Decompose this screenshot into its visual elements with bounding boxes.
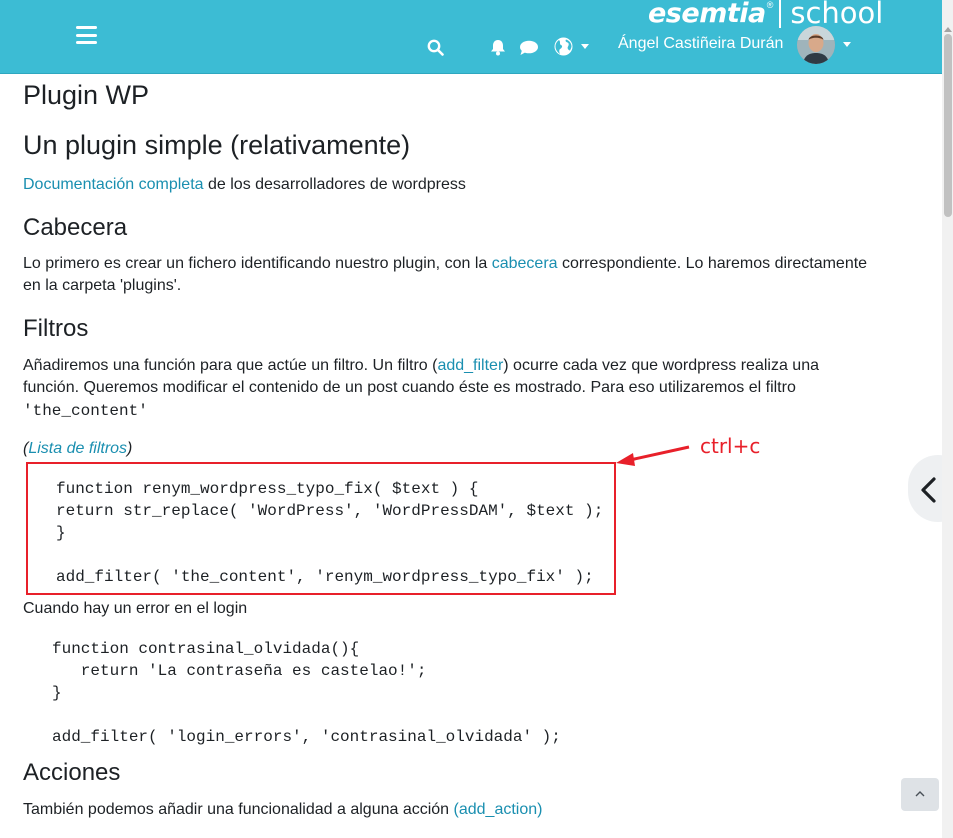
- section-heading-plugin-simple: Un plugin simple (relativamente): [23, 130, 411, 160]
- ctrl-c-annotation: ctrl+c: [700, 434, 761, 458]
- filtros-text-before: Añadiremos una función para que actúe un…: [23, 357, 438, 374]
- lista-de-filtros-link[interactable]: Lista de filtros: [28, 440, 127, 457]
- section-heading-cabecera: Cabecera: [23, 214, 128, 241]
- search-icon[interactable]: [427, 39, 444, 56]
- acciones-text: También podemos añadir una funcionalidad…: [23, 801, 454, 818]
- brand-suffix: school: [790, 0, 884, 30]
- add-action-link[interactable]: (add_action): [454, 801, 543, 818]
- avatar[interactable]: [797, 26, 835, 64]
- cabecera-text-line2: en la carpeta 'plugins'.: [23, 277, 182, 294]
- code-block-login: function contrasinal_olvidada(){ return …: [52, 638, 561, 748]
- logo-divider: [779, 0, 782, 28]
- code-line: add_filter( 'login_errors', 'contrasinal…: [52, 728, 561, 746]
- cabecera-paragraph: Lo primero es crear un fichero identific…: [23, 253, 918, 297]
- login-error-text: Cuando hay un error en el login: [23, 600, 248, 617]
- cabecera-text-after: correspondiente. Lo haremos directamente: [557, 255, 868, 272]
- filtros-paragraph: Añadiremos una función para que actúe un…: [23, 355, 918, 399]
- code-line: function renym_wordpress_typo_fix( $text…: [56, 480, 479, 498]
- user-name[interactable]: Ángel Castiñeira Durán: [618, 35, 783, 53]
- code-line: return str_replace( 'WordPress', 'WordPr…: [56, 502, 604, 520]
- scroll-up-arrow-icon[interactable]: [944, 26, 952, 32]
- language-caret-icon[interactable]: [581, 44, 589, 49]
- globe-icon[interactable]: [554, 37, 573, 56]
- lista-close-paren: ): [127, 440, 133, 457]
- acciones-paragraph: También podemos añadir una funcionalidad…: [23, 799, 542, 821]
- documentation-text: de los desarrolladores de wordpress: [203, 176, 466, 193]
- top-navbar: esemtia ® school Ángel Castiñeira Durán: [0, 0, 942, 74]
- chevron-left-icon: [921, 477, 936, 503]
- back-to-top-button[interactable]: [901, 778, 939, 811]
- code-line: add_filter( 'the_content', 'renym_wordpr…: [56, 568, 594, 586]
- scrollbar-thumb[interactable]: [944, 34, 952, 217]
- cabecera-text-before: Lo primero es crear un fichero identific…: [23, 255, 492, 272]
- code-line: return 'La contraseña es castelao!';: [52, 662, 427, 680]
- filtros-text-line2: función. Queremos modificar el contenido…: [23, 379, 796, 396]
- documentation-link[interactable]: Documentación completa: [23, 176, 204, 193]
- comment-icon[interactable]: [519, 40, 539, 56]
- user-menu-caret-icon[interactable]: [843, 42, 851, 47]
- bell-icon[interactable]: [490, 39, 506, 56]
- brand-reg: ®: [766, 0, 774, 10]
- annotation-arrow-icon: [616, 445, 690, 466]
- menu-icon[interactable]: [76, 26, 97, 44]
- the-content-code: 'the_content': [23, 402, 148, 420]
- esemtia-school-logo[interactable]: esemtia ® school: [648, 0, 883, 30]
- section-heading-filtros: Filtros: [23, 315, 89, 342]
- code-line: }: [52, 684, 62, 702]
- documentation-paragraph: Documentación completa de los desarrolla…: [23, 174, 466, 196]
- brand-name: esemtia: [648, 0, 766, 29]
- page-title: Plugin WP: [23, 80, 150, 110]
- code-line: }: [56, 524, 66, 542]
- code-line: function contrasinal_olvidada(){: [52, 640, 360, 658]
- section-heading-acciones: Acciones: [23, 759, 121, 786]
- chevron-up-icon: [915, 791, 925, 797]
- code-block-filter: function renym_wordpress_typo_fix( $text…: [56, 478, 603, 588]
- filtros-text-after: ) ocurre cada vez que wordpress realiza …: [503, 357, 819, 374]
- cabecera-link[interactable]: cabecera: [492, 255, 558, 272]
- lista-filtros-paragraph: (Lista de filtros): [23, 438, 132, 460]
- add-filter-link[interactable]: add_filter: [437, 357, 503, 374]
